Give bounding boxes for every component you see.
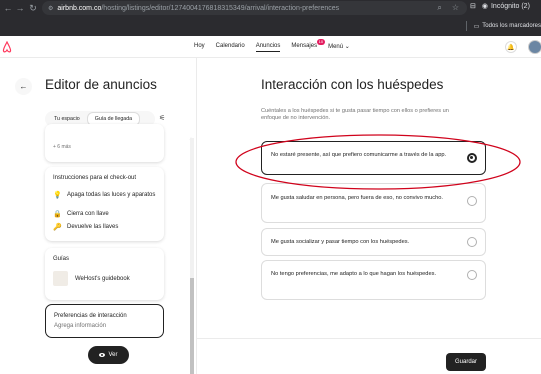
avatar[interactable]: [528, 40, 541, 54]
guidebook-thumbnail: [53, 271, 68, 286]
nav-calendar[interactable]: Calendario: [216, 43, 245, 52]
back-arrow-icon[interactable]: ←: [2, 2, 14, 14]
lightbulb-icon: 💡: [53, 192, 62, 199]
key-icon: 🔑: [53, 224, 62, 231]
star-icon[interactable]: ☆: [452, 3, 459, 13]
nav-today[interactable]: Hoy: [194, 43, 205, 52]
option-socialize[interactable]: Me gusta socializar y pasar tiempo con l…: [261, 228, 486, 256]
folder-icon: ▭: [473, 23, 480, 30]
interaction-card-subtitle: Agrega información: [54, 323, 107, 329]
radio-button[interactable]: [467, 196, 477, 206]
eye-icon: [99, 353, 106, 357]
nav-menu[interactable]: Menú ⌄: [328, 43, 350, 52]
checkout-item: 🔒 Cierra con llave: [53, 211, 109, 218]
settings-sliders-icon[interactable]: ⚟: [159, 114, 165, 122]
messages-badge: 10: [316, 39, 326, 45]
page-title: Editor de anuncios: [45, 77, 157, 92]
interaction-card-title: Preferencias de interacción: [54, 313, 127, 319]
option-no-preference[interactable]: No tengo preferencias, me adapto a lo qu…: [261, 260, 486, 300]
top-navigation: Hoy Calendario Anuncios Mensajes 10 Menú …: [0, 36, 541, 58]
checkout-item: 💡 Apaga todas las luces y aparatos: [53, 192, 156, 199]
editor-sidebar: ← Editor de anuncios Tu espacio Guía de …: [0, 58, 197, 374]
guides-title: Guías: [53, 256, 70, 262]
incognito-icon: ◉: [481, 3, 488, 10]
back-arrow-icon: ←: [19, 82, 28, 91]
forward-arrow-icon[interactable]: →: [14, 2, 26, 14]
reload-icon[interactable]: ↻: [27, 2, 39, 14]
section-title: Interacción con los huéspedes: [261, 77, 444, 92]
main-nav: Hoy Calendario Anuncios Mensajes 10 Menú …: [194, 39, 361, 52]
lock-icon: 🔒: [53, 211, 62, 218]
search-icon[interactable]: ⌕: [437, 3, 441, 13]
browser-chrome: ← → ↻ ⚙ airbnb.com.co/hosting/listings/e…: [0, 0, 541, 36]
option-greet-in-person[interactable]: Me gusta saludar en persona, pero fuera …: [261, 183, 486, 223]
footer-bar: Guardar: [197, 338, 541, 374]
section-description: Cuéntales a los huéspedes si te gusta pa…: [261, 108, 449, 121]
site-info-icon[interactable]: ⚙: [48, 5, 53, 12]
radio-button[interactable]: [467, 270, 477, 280]
radio-button[interactable]: [467, 237, 477, 247]
main-content: Interacción con los huéspedes Cuéntales …: [197, 58, 541, 374]
incognito-indicator[interactable]: ◉ Incógnito (2): [481, 2, 530, 11]
checkout-instructions-card[interactable]: Instrucciones para el check-out 💡 Apaga …: [45, 167, 164, 241]
radio-button[interactable]: [467, 153, 477, 163]
guidebook-name: WeHost's guidebook: [75, 276, 130, 282]
bookmarks-bar: ▭ Todos los marcadores: [0, 16, 541, 36]
notifications-bell-icon[interactable]: 🔔: [505, 41, 517, 53]
back-button[interactable]: ←: [15, 78, 32, 95]
url-text: airbnb.com.co/hosting/listings/editor/12…: [57, 4, 340, 12]
browser-toolbar: ← → ↻ ⚙ airbnb.com.co/hosting/listings/e…: [0, 0, 541, 16]
view-button[interactable]: Ver: [88, 346, 129, 364]
scrollbar-thumb[interactable]: [190, 278, 194, 374]
interaction-preferences-card[interactable]: Preferencias de interacción Agrega infor…: [45, 304, 164, 338]
chevron-down-icon: ⌄: [344, 44, 350, 50]
extensions-icon[interactable]: ⊟: [470, 2, 476, 10]
save-button[interactable]: Guardar: [446, 353, 486, 371]
guides-card[interactable]: Guías WeHost's guidebook: [45, 248, 164, 300]
more-items-card[interactable]: + 6 más: [45, 124, 164, 162]
more-items-label: + 6 más: [53, 144, 71, 150]
nav-messages[interactable]: Mensajes 10: [291, 39, 326, 52]
checkout-title: Instrucciones para el check-out: [53, 175, 137, 181]
all-bookmarks-link[interactable]: Todos los marcadores: [482, 23, 541, 29]
airbnb-logo-icon[interactable]: [2, 40, 12, 53]
nav-listings[interactable]: Anuncios: [255, 43, 281, 52]
option-not-present[interactable]: No estaré presente, así que prefiero com…: [261, 141, 486, 175]
address-bar[interactable]: ⚙ airbnb.com.co/hosting/listings/editor/…: [42, 1, 467, 15]
checkout-item: 🔑 Devuelve las llaves: [53, 224, 119, 231]
